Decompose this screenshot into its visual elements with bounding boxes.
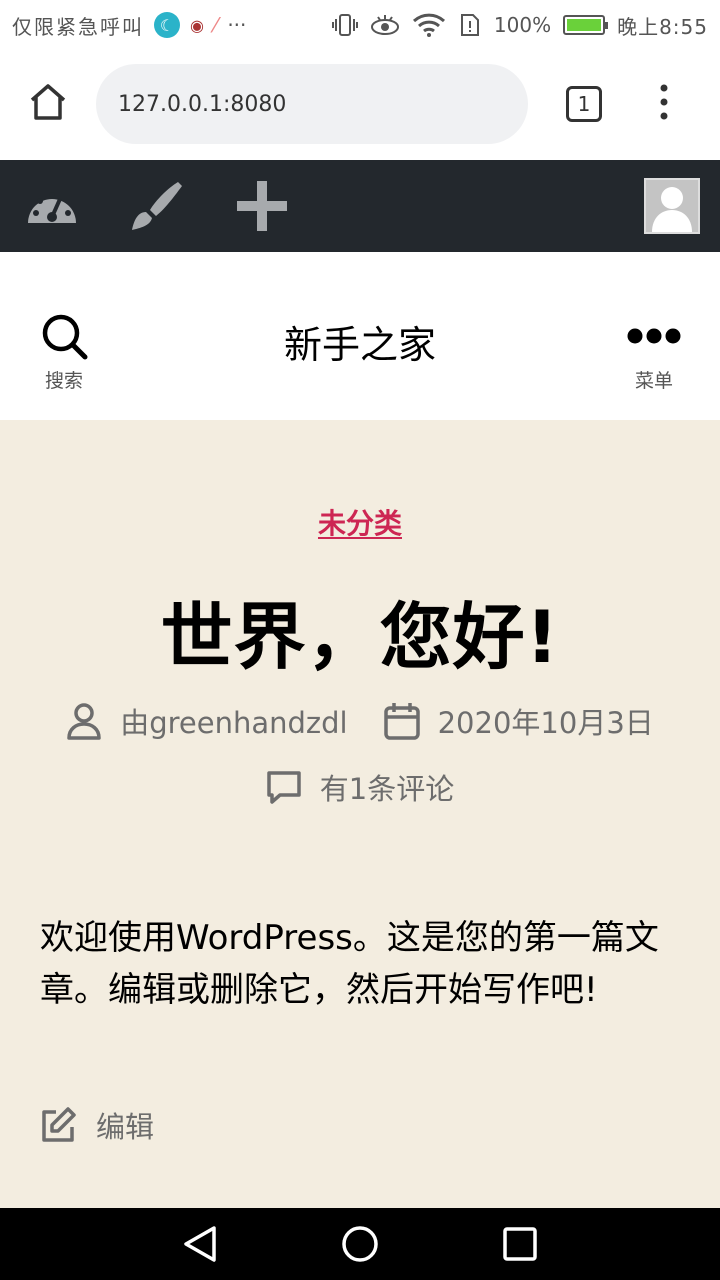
comments-meta-item: 有1条评论 [266,766,454,808]
app-notification-icon: ◉ [190,15,204,35]
feather-icon: ⁄ [213,13,218,37]
edit-post-link[interactable]: 编辑 [40,1104,154,1146]
battery-percent: 100% [493,13,552,37]
more-notifications-icon: ··· [227,13,247,37]
clock: 晚上8:55 [617,14,708,39]
user-icon [67,703,101,740]
date-meta: 2020年10月3日 [383,700,654,742]
comment-meta: 有1条评论 [0,766,720,808]
url-field[interactable]: 127.0.0.1:8080 [96,64,528,144]
author-link[interactable]: 由greenhandzdl [120,700,347,742]
home-nav-button[interactable] [340,1224,380,1264]
home-icon [30,84,66,120]
edit-icon [42,1107,76,1142]
browser-toolbar: 127.0.0.1:8080 1 [0,50,720,160]
edit-label: 编辑 [96,1110,155,1144]
site-title[interactable]: 新手之家 [0,314,720,369]
more-vertical-icon [660,84,668,120]
post-title: 世界，您好! [160,595,560,679]
sim-alert-icon [458,13,482,37]
recents-square-icon [503,1227,537,1261]
more-horizontal-icon [627,328,681,344]
menu-toggle[interactable]: 菜单 [614,312,694,396]
back-button[interactable] [180,1224,220,1264]
menu-label: 菜单 [634,370,673,392]
dashboard-button[interactable] [24,178,80,234]
comments-link[interactable]: 有1条评论 [320,766,454,808]
url-text: 127.0.0.1:8080 [118,91,287,117]
wifi-icon [412,13,446,37]
tab-count: 1 [577,92,591,116]
home-circle-icon [342,1226,378,1262]
avatar-icon [652,187,692,232]
calendar-icon [383,703,420,740]
status-bar: 仅限紧急呼叫 ☾ ◉ ⁄ ··· 100% 晚上8:55 [0,0,720,50]
site-header: 搜索 新手之家 菜单 [0,252,720,420]
dashboard-icon [28,192,76,223]
eye-comfort-icon [370,14,400,36]
customize-button[interactable] [128,178,184,234]
author-meta: 由greenhandzdl [66,700,348,742]
vibrate-icon [331,13,358,37]
back-triangle-icon [184,1226,216,1262]
system-nav-bar [0,1208,720,1280]
new-content-button[interactable] [234,178,290,234]
post-meta: 由greenhandzdl 2020年10月3日 [0,700,720,742]
wp-admin-bar [0,160,720,252]
search-label: 搜索 [44,370,83,392]
comment-icon [267,771,301,804]
recents-button[interactable] [500,1224,540,1264]
user-avatar-button[interactable] [644,178,700,234]
moon-icon: ☾ [154,12,180,38]
date-link[interactable]: 2020年10月3日 [438,700,654,742]
battery-icon [563,15,609,35]
paintbrush-icon [132,182,182,230]
tab-switcher-button[interactable]: 1 [566,86,602,122]
category-link[interactable]: 未分类 [318,507,402,540]
home-button[interactable] [26,80,70,124]
carrier-text: 仅限紧急呼叫 [12,14,144,39]
category-container: 未分类 [0,502,720,542]
browser-menu-button[interactable] [652,82,676,122]
post-content-area: 未分类 世界，您好! 由greenhandzdl 2020年10月3日 有1条评… [0,420,720,1208]
plus-icon [237,181,287,231]
post-body: 欢迎使用WordPress。这是您的第一篇文章。编辑或删除它，然后开始写作吧! [40,918,659,1010]
